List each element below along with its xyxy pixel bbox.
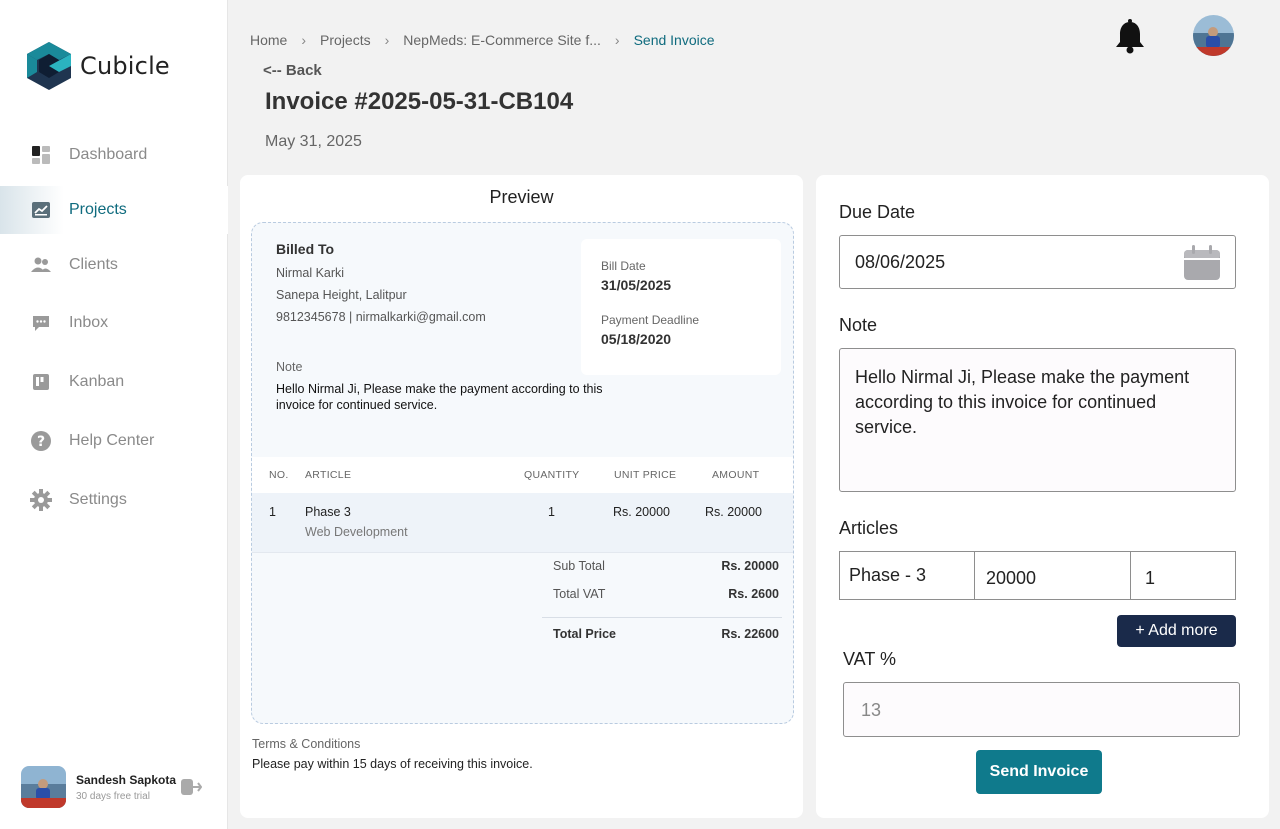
note-label: Note <box>839 315 878 335</box>
billed-to-title: Billed To <box>276 241 335 257</box>
sidebar-item-label: Clients <box>69 256 118 273</box>
breadcrumb-projects[interactable]: Projects <box>320 32 371 48</box>
deadline-label: Payment Deadline <box>601 313 700 327</box>
sidebar-item-inbox[interactable]: Inbox <box>0 299 228 347</box>
bill-dates-box: Bill Date 31/05/2025 Payment Deadline 05… <box>581 239 781 375</box>
add-more-button[interactable]: + Add more <box>1117 615 1236 647</box>
row-number: 1 <box>269 505 276 519</box>
user-trial-status: 30 days free trial <box>76 790 150 802</box>
vat-value: Rs. 2600 <box>728 587 779 601</box>
row-amount: Rs. 20000 <box>705 505 762 519</box>
chevron-right-icon: › <box>614 32 620 48</box>
article-price-input[interactable]: 20000 <box>974 551 1131 600</box>
sidebar-item-label: Settings <box>69 491 127 508</box>
sidebar-item-label: Dashboard <box>69 146 148 163</box>
row-article-sub: Web Development <box>305 525 408 539</box>
column-header: AMOUNT <box>712 469 760 481</box>
column-header: NO. <box>269 469 289 481</box>
totals-divider <box>542 617 782 618</box>
breadcrumb: Home › Projects › NepMeds: E-Commerce Si… <box>250 32 715 48</box>
logo[interactable]: Cubicle <box>27 41 170 91</box>
sidebar-item-label: Inbox <box>69 314 109 331</box>
client-contact: 9812345678 | nirmalkarki@gmail.com <box>276 310 486 324</box>
billed-to-section: Billed To Nirmal Karki Sanepa Height, La… <box>276 241 486 332</box>
send-invoice-button[interactable]: Send Invoice <box>976 750 1102 794</box>
subtotal-label: Sub Total <box>553 559 605 573</box>
calendar-icon[interactable] <box>1183 245 1221 281</box>
total-value: Rs. 22600 <box>721 627 779 641</box>
bill-date-label: Bill Date <box>601 259 646 273</box>
sidebar-item-projects[interactable]: Projects <box>0 186 228 234</box>
sidebar-item-help-center[interactable]: ? Help Center <box>0 417 228 465</box>
due-date-input[interactable]: 08/06/2025 <box>839 235 1236 289</box>
preview-note-label: Note <box>276 360 303 374</box>
chevron-right-icon: › <box>301 32 307 48</box>
row-quantity: 1 <box>548 505 555 519</box>
dashboard-icon <box>30 144 52 166</box>
sidebar-item-settings[interactable]: Settings <box>0 476 228 524</box>
due-date-value: 08/06/2025 <box>855 252 946 272</box>
preview-note-text: Hello Nirmal Ji, Please make the payment… <box>276 382 603 412</box>
sidebar-item-label: Kanban <box>69 373 125 390</box>
column-header: UNIT PRICE <box>614 469 677 481</box>
help-icon: ? <box>30 430 52 452</box>
brand-name: Cubicle <box>80 52 170 80</box>
bell-icon[interactable] <box>1114 19 1146 55</box>
client-name: Nirmal Karki <box>276 266 345 280</box>
terms-text: Please pay within 15 days of receiving t… <box>252 757 533 771</box>
projects-chart-icon <box>30 199 52 221</box>
row-unit-price: Rs. 20000 <box>613 505 670 519</box>
back-link[interactable]: <-- Back <box>263 62 322 79</box>
article-quantity-input[interactable]: 1 <box>1130 551 1236 600</box>
sidebar-item-label: Help Center <box>69 432 155 449</box>
vat-input[interactable]: 13 <box>843 682 1240 737</box>
invoice-form-panel: Due Date 08/06/2025 Note Hello Nirmal Ji… <box>816 175 1269 818</box>
svg-text:?: ? <box>37 434 45 450</box>
breadcrumb-current: Send Invoice <box>633 32 715 48</box>
note-textarea[interactable]: Hello Nirmal Ji, Please make the payment… <box>839 348 1236 492</box>
invoice-date: May 31, 2025 <box>265 133 362 150</box>
sidebar: Cubicle Dashboard Projects Clients Inbox… <box>0 0 228 829</box>
logo-mark-icon <box>27 42 71 90</box>
user-avatar <box>21 766 66 808</box>
breadcrumb-home[interactable]: Home <box>250 32 287 48</box>
deadline-value: 05/18/2020 <box>601 331 672 347</box>
column-header: ARTICLE <box>305 469 352 481</box>
preview-heading: Preview <box>489 187 554 207</box>
preview-panel: Preview Billed To Nirmal Karki Sanepa He… <box>240 175 803 818</box>
terms-label: Terms & Conditions <box>252 737 361 751</box>
due-date-label: Due Date <box>839 202 916 222</box>
sidebar-item-clients[interactable]: Clients <box>0 241 228 289</box>
sidebar-item-dashboard[interactable]: Dashboard <box>0 131 228 179</box>
bill-date-value: 31/05/2025 <box>601 277 672 293</box>
totals-section: Sub Total Rs. 20000 Total VAT Rs. 2600 T… <box>542 559 782 655</box>
sidebar-item-kanban[interactable]: Kanban <box>0 358 228 406</box>
client-address: Sanepa Height, Lalitpur <box>276 288 407 302</box>
table-row: 1 Phase 3 Web Development 1 Rs. 20000 Rs… <box>252 493 793 553</box>
chevron-right-icon: › <box>384 32 390 48</box>
article-name-input[interactable]: Phase - 3 <box>839 551 975 600</box>
header-avatar[interactable] <box>1193 15 1234 56</box>
row-article: Phase 3 <box>305 505 351 519</box>
breadcrumb-project[interactable]: NepMeds: E-Commerce Site f... <box>403 32 601 48</box>
articles-label: Articles <box>839 518 899 538</box>
vat-percent-label: VAT % <box>843 649 897 669</box>
invoice-preview-card: Billed To Nirmal Karki Sanepa Height, La… <box>251 222 794 724</box>
vat-label: Total VAT <box>553 587 606 601</box>
user-name: Sandesh Sapkota <box>76 772 177 787</box>
kanban-icon <box>30 371 52 393</box>
items-table-header: NO. ARTICLE QUANTITY UNIT PRICE AMOUNT <box>252 457 793 493</box>
chat-icon <box>30 312 52 334</box>
users-icon <box>30 254 52 276</box>
gear-icon <box>30 489 52 511</box>
sidebar-item-label: Projects <box>69 201 127 218</box>
total-label: Total Price <box>553 627 616 641</box>
column-header: QUANTITY <box>524 469 580 481</box>
subtotal-value: Rs. 20000 <box>721 559 779 573</box>
page-title: Invoice #2025-05-31-CB104 <box>265 88 574 115</box>
user-profile[interactable]: Sandesh Sapkota 30 days free trial <box>21 766 176 808</box>
logout-icon[interactable] <box>180 777 202 797</box>
